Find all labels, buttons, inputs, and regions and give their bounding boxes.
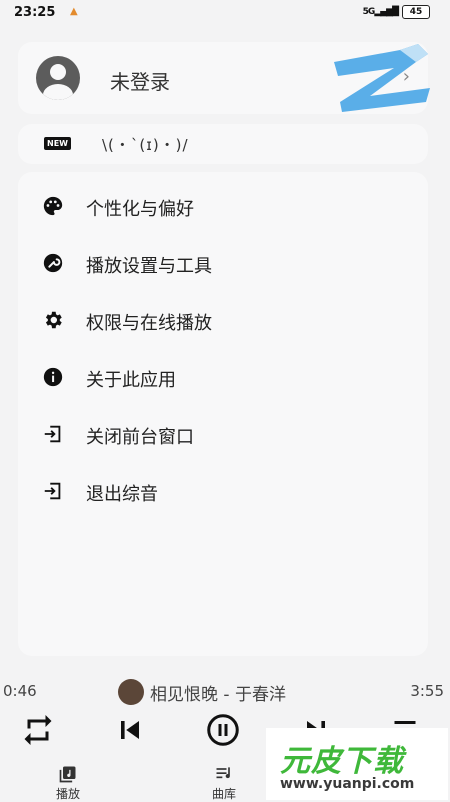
news-card[interactable]: NEW \(・`(ɪ)・)/: [18, 124, 428, 164]
notification-icon: ▲: [70, 6, 78, 17]
menu-item-label: 退出综音: [86, 484, 158, 505]
menu-item-label: 播放设置与工具: [86, 256, 212, 277]
library-icon: [216, 767, 230, 779]
song-title: 相见恨晚 - 于春洋: [150, 684, 286, 705]
menu-item-label: 关闭前台窗口: [86, 427, 194, 448]
menu-item-playback-settings[interactable]: 播放设置与工具: [18, 239, 428, 289]
album-art: [118, 679, 144, 705]
tab-library[interactable]: 曲库: [194, 764, 254, 802]
previous-icon[interactable]: [112, 712, 148, 748]
now-playing-bar[interactable]: 0:46 相见恨晚 - 于春洋 3:55: [0, 678, 450, 705]
pause-icon[interactable]: [205, 712, 241, 748]
info-icon: [43, 367, 63, 387]
elapsed-time: 0:46: [3, 682, 37, 700]
account-name: 未登录: [110, 70, 170, 94]
total-duration: 3:55: [410, 682, 444, 700]
tab-play[interactable]: 播放: [38, 764, 98, 802]
status-indicators: 5G▂▄▆█ 45: [363, 5, 430, 19]
new-badge: NEW: [44, 137, 71, 150]
menu-item-close-foreground[interactable]: 关闭前台窗口: [18, 410, 428, 460]
gear-icon: [45, 311, 62, 329]
menu-item-exit-app[interactable]: 退出综音: [18, 467, 428, 517]
menu-item-label: 个性化与偏好: [86, 199, 194, 220]
repeat-icon[interactable]: [20, 712, 56, 748]
song-info[interactable]: 相见恨晚 - 于春洋: [118, 679, 286, 705]
watermark-url: www.yuanpi.com: [280, 776, 415, 792]
exit-icon: [44, 425, 61, 443]
palette-icon: [43, 196, 63, 216]
menu-item-about[interactable]: 关于此应用: [18, 353, 428, 403]
settings-menu: 个性化与偏好 播放设置与工具 权限与在线播放 关于此应用 关闭前台窗口 退出综音: [18, 172, 428, 656]
wrench-icon: [43, 253, 63, 273]
avatar[interactable]: [36, 56, 80, 100]
now-playing-icon: [59, 766, 76, 783]
watermark: 元皮下载 www.yuanpi.com: [266, 728, 448, 800]
news-text: \(・`(ɪ)・)/: [102, 136, 189, 154]
menu-item-label: 关于此应用: [86, 370, 176, 391]
status-bar: 23:25 ▲ 5G▂▄▆█ 45: [0, 0, 450, 26]
menu-item-personalization[interactable]: 个性化与偏好: [18, 182, 428, 232]
menu-item-permissions[interactable]: 权限与在线播放: [18, 296, 428, 346]
app-logo: [334, 44, 430, 112]
menu-item-label: 权限与在线播放: [86, 313, 212, 334]
account-card[interactable]: 未登录 ›: [18, 42, 430, 114]
signal-icon: 5G▂▄▆█: [362, 7, 399, 17]
tab-label: 播放: [55, 787, 80, 801]
tab-label: 曲库: [211, 787, 236, 801]
watermark-brand: 元皮下载: [280, 744, 404, 779]
status-time: 23:25: [14, 5, 56, 20]
exit-icon: [44, 482, 61, 500]
battery-icon: 45: [402, 5, 430, 19]
